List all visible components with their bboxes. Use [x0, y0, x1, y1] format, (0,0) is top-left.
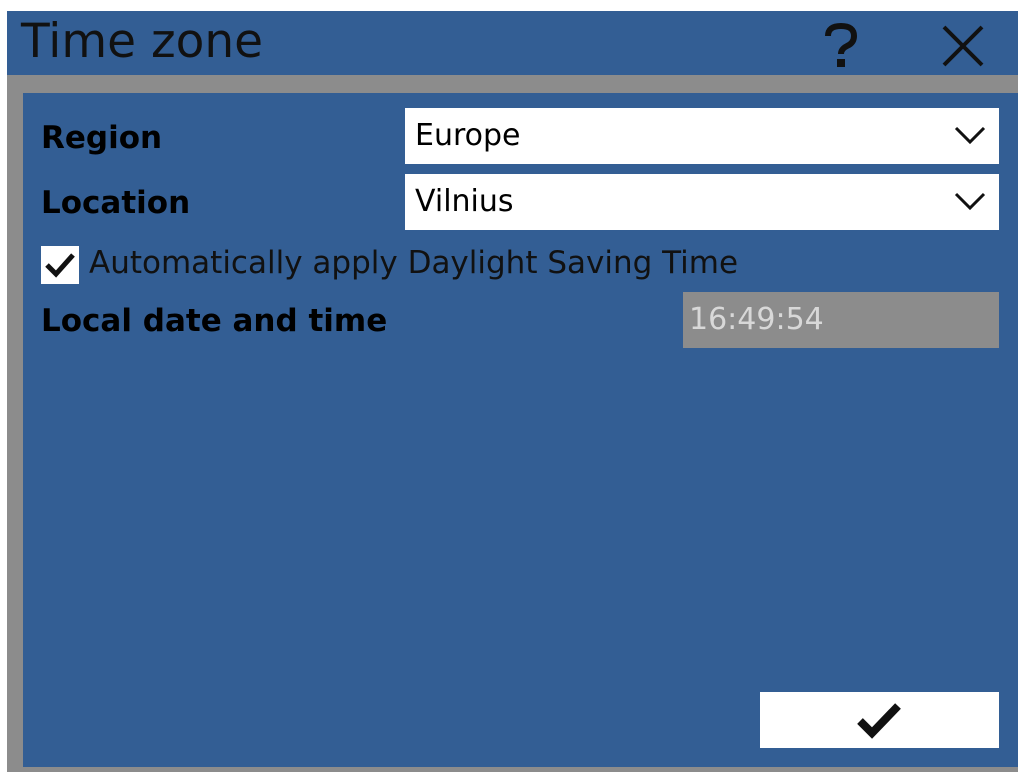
dialog-titlebar: Time zone	[7, 11, 1018, 75]
location-value: Vilnius	[415, 184, 514, 219]
location-label: Location	[41, 185, 191, 221]
close-icon[interactable]	[939, 22, 987, 70]
ok-button[interactable]	[760, 692, 999, 748]
checkmark-icon	[45, 253, 75, 278]
dst-checkbox[interactable]	[41, 246, 79, 284]
time-zone-dialog: Time zone Region Europe Location Vilnius	[7, 11, 1018, 772]
dst-checkbox-label[interactable]: Automatically apply Daylight Saving Time	[89, 241, 738, 285]
chevron-down-icon	[954, 126, 986, 145]
dialog-content: Region Europe Location Vilnius Automatic…	[23, 93, 1018, 767]
region-value: Europe	[415, 118, 521, 153]
region-select[interactable]: Europe	[405, 108, 999, 164]
dialog-title: Time zone	[21, 14, 264, 69]
local-time-label: Local date and time	[41, 303, 388, 339]
local-time-field: 16:49:54	[683, 292, 999, 348]
help-icon[interactable]	[819, 21, 863, 69]
region-label: Region	[41, 120, 163, 156]
checkmark-icon	[857, 703, 901, 739]
chevron-down-icon	[954, 192, 986, 211]
location-select[interactable]: Vilnius	[405, 174, 999, 230]
local-time-value: 16:49:54	[689, 302, 824, 337]
